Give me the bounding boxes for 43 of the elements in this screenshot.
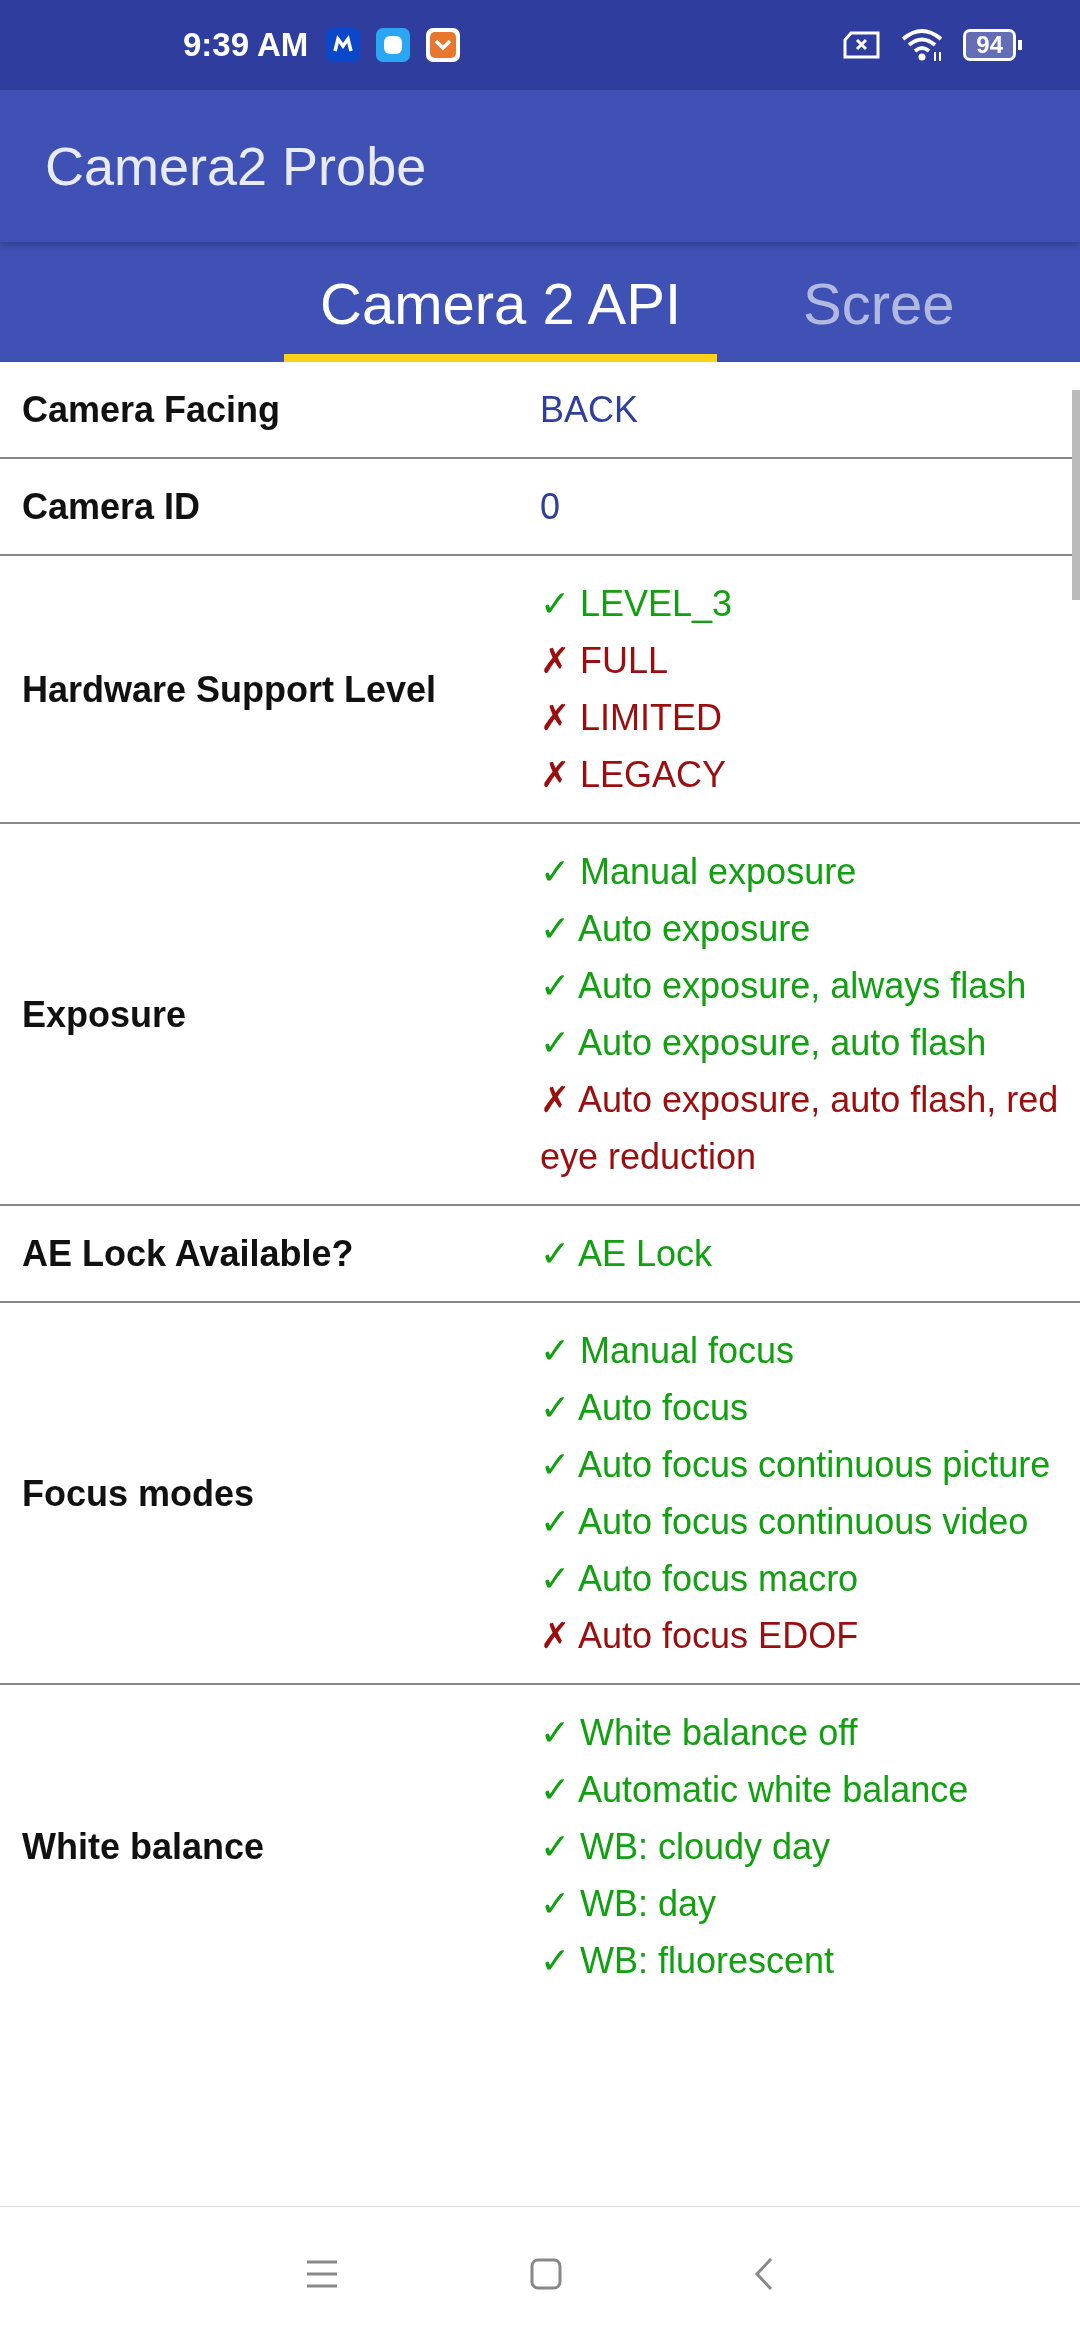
capability-item: ✗ Auto focus EDOF	[540, 1614, 860, 1658]
app-notification-icon	[426, 28, 461, 62]
capability-item: ✓ WB: fluorescent	[540, 1939, 836, 1983]
capability-item: ✓ Auto exposure, always flash	[540, 964, 1028, 1008]
app-notification-icon	[376, 28, 411, 62]
capability-item: ✓ Auto exposure, auto flash	[540, 1021, 988, 1065]
capability-item: ✓ Manual exposure	[540, 850, 858, 894]
capability-item: ✓ White balance off	[540, 1711, 859, 1755]
row-label: AE Lock Available?	[21, 1232, 355, 1276]
row-label: White balance	[21, 1825, 266, 1869]
capability-item: ✓ Auto focus	[540, 1386, 750, 1430]
capability-item: ✓ Auto exposure	[540, 907, 812, 951]
row-label: Camera ID	[21, 485, 202, 529]
tab[interactable]: Camera 2 API	[284, 252, 718, 362]
row-label: Hardware Support Level	[21, 667, 438, 712]
capability-item: ✓ Auto focus continuous video	[540, 1500, 1030, 1544]
capability-item: ✓ WB: day	[540, 1882, 718, 1926]
capability-item: ✓ WB: cloudy day	[540, 1825, 832, 1869]
capability-item: ✓ Auto focus continuous picture	[540, 1443, 1052, 1487]
capability-item: ✓ Manual focus	[540, 1329, 796, 1373]
capability-item: ✓ Auto focus macro	[540, 1557, 860, 1601]
capability-item: ✓ AE Lock	[540, 1232, 714, 1276]
row-label: Camera Facing	[21, 388, 282, 432]
clock: 9:39 AM	[183, 26, 309, 64]
menu-icon[interactable]	[306, 2259, 338, 2288]
home-icon[interactable]	[530, 2257, 562, 2290]
capability-item: ✓ Automatic white balance	[540, 1768, 970, 1812]
app-notification-icon	[326, 28, 361, 62]
capability-item: ✗ Auto exposure, auto flash, red eye reduction	[540, 1078, 1060, 1179]
row-label: Focus modes	[21, 1471, 256, 1516]
row-value: 0	[540, 485, 562, 529]
capability-item: ✓ LEVEL_3	[540, 582, 734, 626]
sim-off-icon	[843, 31, 882, 59]
wifi-icon	[901, 28, 944, 62]
tab[interactable]: Scree	[767, 252, 955, 362]
capability-item: ✗ LIMITED	[540, 696, 723, 740]
row-label: Exposure	[21, 992, 188, 1037]
battery-indicator: 94	[963, 29, 1022, 61]
capability-item: ✗ LEGACY	[540, 753, 728, 797]
back-icon[interactable]	[754, 2256, 774, 2291]
row-value: BACK	[540, 388, 640, 432]
capability-item: ✗ FULL	[540, 639, 670, 683]
app-title: Camera2 Probe	[45, 135, 427, 197]
